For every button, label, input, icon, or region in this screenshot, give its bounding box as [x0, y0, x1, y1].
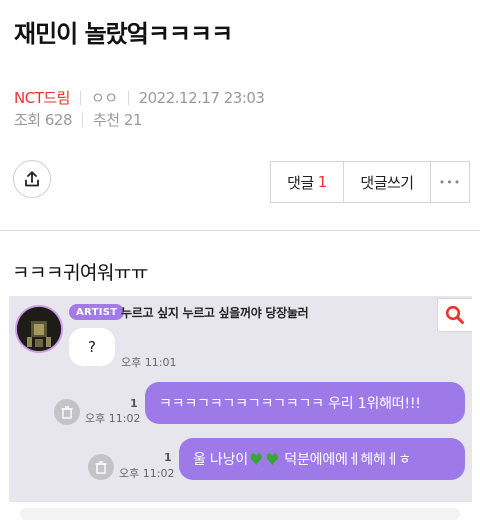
green-heart-icon: ♥: [248, 449, 264, 469]
author-name[interactable]: ㅇㅇ: [91, 87, 118, 108]
chat-search-button[interactable]: [437, 298, 472, 332]
artist-message-bubble: ?: [69, 328, 115, 366]
fan-message-bubble: 울 나낭이 ♥ ♥ 덕분에에에ㅔ헤헤ㅔㅎ: [179, 438, 465, 480]
post-title: 재민이 놀랐엌ㅋㅋㅋㅋ: [14, 20, 233, 48]
next-content-edge: [20, 508, 460, 520]
more-button[interactable]: •••: [431, 162, 469, 202]
comment-button[interactable]: 댓글 1: [271, 162, 344, 202]
trash-icon: [95, 460, 107, 474]
post-body-text: ㅋㅋㅋ귀여워ㅠㅠ: [12, 262, 148, 284]
share-icon: [25, 171, 39, 187]
post-action-group: 댓글 1 댓글쓰기 •••: [270, 161, 470, 203]
meta-divider: [127, 90, 129, 105]
trash-icon: [61, 405, 73, 419]
avatar-image: [17, 307, 61, 351]
post-datetime: 2022.12.17 23:03: [138, 88, 265, 107]
message-time: 오후 11:02: [119, 467, 175, 480]
meta-divider: [79, 90, 81, 105]
fan-message-bubble: ㅋㅋㅋㄱㅋㄱㅋㄱㅋㄱㅋㄱㅋ 우리 1위해떠!!!: [145, 382, 465, 424]
write-comment-label: 댓글쓰기: [360, 173, 414, 192]
post-meta: NCT드림 ㅇㅇ 2022.12.17 23:03: [14, 87, 265, 108]
content-divider: [0, 230, 480, 231]
board-link[interactable]: NCT드림: [14, 87, 70, 108]
write-comment-button[interactable]: 댓글쓰기: [344, 162, 431, 202]
chat-header-text: 누르고 싶지 누르고 싶을꺼야 당장눌러: [121, 306, 309, 320]
search-icon: [445, 305, 464, 324]
artist-avatar: [15, 305, 63, 353]
message-time: 오후 11:01: [121, 356, 177, 369]
chat-screenshot: ARTIST 누르고 싶지 누르고 싶을꺼야 당장눌러 ? 오후 11:01 1…: [9, 296, 472, 502]
message-text-part: 덕분에에에ㅔ헤헤ㅔㅎ: [284, 452, 412, 468]
more-icon: •••: [438, 175, 462, 189]
post-stats: 조회 628 추천 21: [14, 109, 142, 130]
comment-count: 1: [317, 173, 328, 191]
view-count: 조회 628: [14, 111, 73, 129]
message-text-part: 울 나낭이: [193, 452, 248, 468]
comment-label: 댓글: [287, 173, 314, 192]
share-button[interactable]: [13, 160, 51, 198]
meta-divider: [82, 112, 83, 127]
green-heart-icon: ♥: [265, 449, 280, 469]
message-time: 오후 11:02: [85, 412, 141, 425]
recommend-count: 추천 21: [93, 111, 142, 129]
delete-message-button[interactable]: [88, 454, 114, 480]
read-count: 1: [130, 397, 138, 410]
artist-badge: ARTIST: [69, 304, 125, 320]
read-count: 1: [164, 451, 172, 464]
delete-message-button[interactable]: [54, 399, 80, 425]
